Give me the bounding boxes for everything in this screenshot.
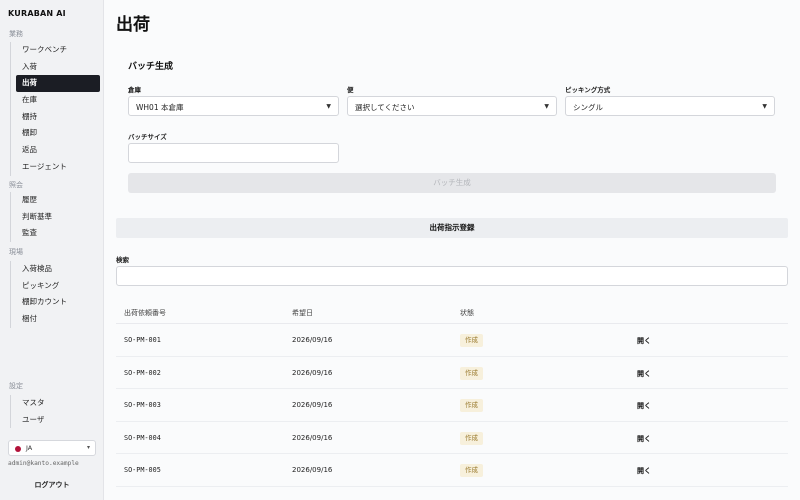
column-header-date: 希望日 (292, 309, 313, 317)
chevron-down-icon: ▾ (86, 444, 90, 451)
order-id: SO-PM-004 (124, 433, 161, 442)
sidebar-item-workbench[interactable]: ワークベンチ (11, 42, 100, 59)
table-row: SO-PM-004 2026/09/16 作成 開く (116, 422, 788, 454)
status-badge: 作成 (460, 366, 483, 380)
sidebar-item-returns[interactable]: 返品 (11, 142, 100, 159)
chevron-down-icon: ▼ (544, 103, 549, 110)
desired-date: 2026/09/16 (292, 433, 333, 442)
sidebar-item-audit[interactable]: 監査 (11, 225, 100, 242)
sidebar-item-hold[interactable]: 棚持 (11, 109, 100, 126)
sidebar-item-users[interactable]: ユーザ (11, 412, 100, 429)
picking-method-select[interactable]: シングル ▼ (565, 96, 775, 116)
section-label-inquiry: 照会 (9, 181, 23, 189)
order-id: SO-PM-003 (124, 401, 161, 409)
picking-method-label: ピッキング方式 (565, 86, 611, 94)
sidebar-item-picking[interactable]: ピッキング (11, 278, 100, 295)
language-select[interactable]: JA ▾ (8, 440, 96, 456)
sidebar-item-criteria[interactable]: 判断基準 (11, 209, 100, 226)
sidebar-item-stocktake[interactable]: 棚卸 (11, 125, 100, 142)
user-email: admin@kanto.example (8, 460, 79, 467)
sidebar-item-packing[interactable]: 梱付 (11, 311, 100, 328)
nav-group-field: 入荷検品 ピッキング 棚卸カウント 梱付 (10, 261, 100, 328)
table-row: SO-PM-003 2026/09/16 作成 開く (116, 389, 788, 422)
desired-date: 2026/09/16 (292, 368, 333, 377)
sidebar-item-agent[interactable]: エージェント (11, 159, 100, 176)
shipment-table: 出荷依頼番号 希望日 状態 SO-PM-001 2026/09/16 作成 開く… (116, 300, 788, 487)
batch-size-label: バッチサイズ (128, 133, 167, 141)
japan-flag-icon (15, 446, 21, 452)
status-badge: 作成 (460, 334, 483, 347)
sidebar-item-master[interactable]: マスタ (11, 395, 100, 412)
logout-button[interactable]: ログアウト (0, 480, 104, 490)
order-id: SO-PM-001 (124, 336, 161, 344)
open-button[interactable]: 開く (637, 336, 651, 346)
status-badge: 作成 (460, 431, 483, 445)
open-button[interactable]: 開く (637, 434, 651, 444)
warehouse-select-value: WH01 本倉庫 (136, 103, 184, 112)
flight-label: 便 (347, 86, 354, 94)
column-header-order-id: 出荷依頼番号 (124, 309, 166, 317)
sidebar-item-outbound[interactable]: 出荷 (16, 75, 100, 93)
desired-date: 2026/09/16 (292, 401, 333, 409)
warehouse-select[interactable]: WH01 本倉庫 ▼ (128, 96, 339, 116)
register-shipment-button[interactable]: 出荷指示登録 (116, 218, 788, 238)
nav-group-business: ワークベンチ 入荷 出荷 在庫 棚持 棚卸 返品 エージェント (10, 42, 100, 176)
desired-date: 2026/09/16 (292, 466, 333, 474)
table-row: SO-PM-005 2026/09/16 作成 開く (116, 454, 788, 487)
status-badge: 作成 (460, 464, 483, 477)
sidebar-item-inbound[interactable]: 入荷 (11, 59, 100, 76)
chevron-down-icon: ▼ (326, 103, 331, 110)
order-id: SO-PM-005 (124, 466, 161, 474)
section-label-field: 現場 (9, 248, 23, 256)
brand-logo: KURABAN AI (8, 9, 66, 18)
column-header-status: 状態 (460, 309, 474, 317)
sidebar-item-stocktake-count[interactable]: 棚卸カウント (11, 294, 100, 311)
nav-group-settings: マスタ ユーザ (10, 395, 100, 429)
search-input[interactable] (116, 266, 788, 286)
nav-group-inquiry: 履歴 判断基準 監査 (10, 192, 100, 243)
flight-select-value: 選択してください (355, 103, 415, 112)
order-id: SO-PM-002 (124, 368, 161, 377)
status-badge: 作成 (460, 399, 483, 412)
search-label: 検索 (116, 256, 129, 264)
open-button[interactable]: 開く (637, 401, 651, 411)
desired-date: 2026/09/16 (292, 336, 333, 344)
flight-select[interactable]: 選択してください ▼ (347, 96, 557, 116)
table-row: SO-PM-002 2026/09/16 作成 開く (116, 357, 788, 389)
section-label-settings: 設定 (9, 382, 23, 390)
open-button[interactable]: 開く (637, 369, 651, 379)
sidebar-item-history[interactable]: 履歴 (11, 192, 100, 209)
page-title: 出荷 (116, 15, 150, 35)
table-row: SO-PM-001 2026/09/16 作成 開く (116, 324, 788, 357)
picking-method-value: シングル (573, 103, 603, 112)
language-value: JA (26, 444, 33, 452)
sidebar-item-inventory[interactable]: 在庫 (11, 92, 100, 109)
table-header: 出荷依頼番号 希望日 状態 (116, 300, 788, 324)
section-label-business: 業務 (9, 30, 23, 38)
batch-generation-card: バッチ生成 倉庫 WH01 本倉庫 ▼ 便 選択してください ▼ ピッキング方式… (116, 46, 788, 204)
batch-generate-button[interactable]: バッチ生成 (128, 173, 776, 193)
chevron-down-icon: ▼ (762, 103, 767, 110)
batch-card-title: バッチ生成 (128, 62, 174, 72)
warehouse-label: 倉庫 (128, 86, 141, 94)
batch-size-input[interactable] (128, 143, 339, 163)
open-button[interactable]: 開く (637, 466, 651, 476)
sidebar: KURABAN AI 業務 ワークベンチ 入荷 出荷 在庫 棚持 棚卸 返品 エ… (0, 0, 104, 500)
sidebar-item-inbound-inspection[interactable]: 入荷検品 (11, 261, 100, 278)
